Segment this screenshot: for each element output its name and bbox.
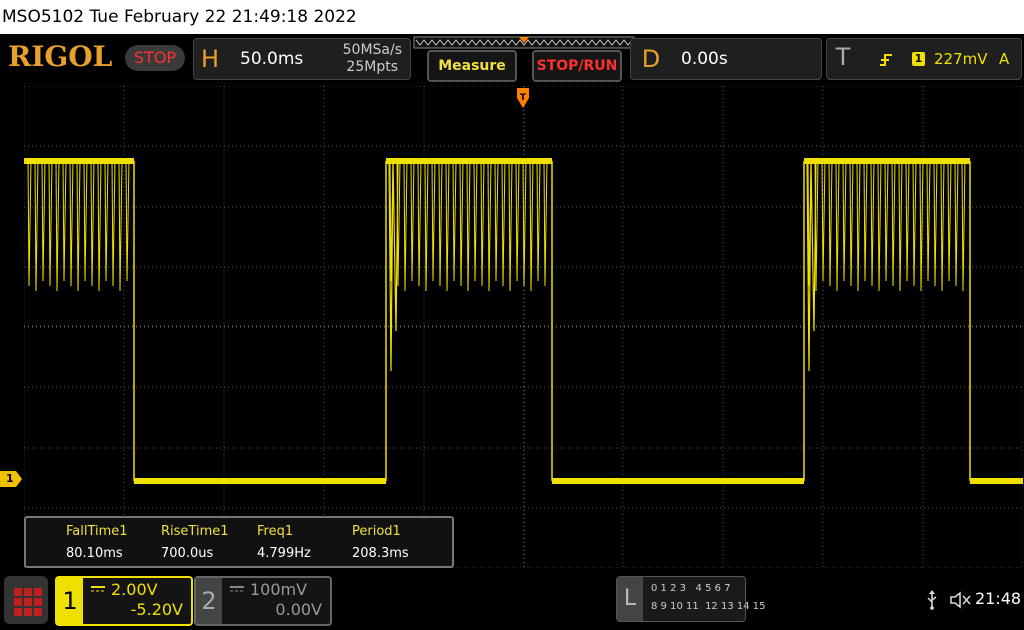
channel2-panel[interactable]: 2 100mV 0.00V (194, 576, 332, 626)
horizontal-panel[interactable]: H 50.0ms 50MSa/s 25Mpts (193, 38, 411, 80)
trigger-source-badge: 1 (912, 52, 925, 66)
usb-icon (927, 590, 937, 610)
waveform-pulse-train (389, 160, 548, 292)
horizontal-letter: H (200, 45, 220, 73)
bottom-bar: 1 2.00V -5.20V 2 100mV 0.00V L 0 1 2 3 4… (0, 572, 1024, 630)
top-bar: RIGOL STOP H 50.0ms 50MSa/s 25Mpts Measu… (0, 34, 1024, 84)
measure-value-freq: 4.799Hz (257, 546, 311, 561)
trigger-mode: A (999, 50, 1010, 68)
timebase-value: 50.0ms (240, 49, 304, 69)
channel2-offset: 0.00V (275, 600, 322, 619)
measure-header-risetime: RiseTime1 (161, 524, 229, 539)
memory-depth: 25Mpts (346, 59, 398, 75)
measure-value-period: 208.3ms (352, 546, 409, 561)
logic-row2: 8 9 10 11 12 13 14 15 (651, 601, 766, 612)
channel1-offset: -5.20V (130, 600, 183, 619)
trigger-time-marker-label: T (520, 93, 527, 103)
measure-value-falltime: 80.10ms (66, 546, 123, 561)
delay-letter: D (641, 45, 661, 73)
run-state-badge[interactable]: STOP (125, 45, 185, 71)
delay-panel[interactable]: D 0.00s (630, 38, 822, 80)
speaker-muted-icon[interactable] (950, 591, 972, 609)
logic-row1: 0 1 2 3 4 5 6 7 (651, 583, 731, 594)
channel1-scale: 2.00V (111, 580, 158, 599)
dc-coupling-icon (91, 586, 105, 592)
title-bar: MSO5102 Tue February 22 21:49:18 2022 (0, 0, 1024, 34)
waveform-pulse-train (27, 160, 130, 292)
channel1-ground-marker[interactable]: 1 (0, 469, 22, 489)
channel2-scale: 100mV (250, 580, 308, 599)
waveform-pulse-train (807, 160, 966, 292)
rising-edge-icon (880, 54, 892, 66)
channel1-waveform (24, 158, 1023, 484)
dc-coupling-icon (230, 586, 244, 592)
trigger-position-strip (413, 36, 635, 49)
measurement-panel[interactable]: FallTime1 RiseTime1 Freq1 Period1 80.10m… (24, 516, 454, 568)
channel2-number: 2 (196, 578, 222, 624)
channel1-ground-marker-label: 1 (6, 472, 14, 485)
title-text: MSO5102 Tue February 22 21:49:18 2022 (2, 7, 357, 27)
sample-rate: 50MSa/s (342, 42, 402, 58)
trigger-letter: T (835, 43, 851, 71)
measure-header-period: Period1 (352, 524, 401, 539)
trigger-panel[interactable]: T 1 227mV A (826, 38, 1022, 80)
measure-header-falltime: FallTime1 (66, 524, 128, 539)
stop-run-button[interactable]: STOP/RUN (532, 50, 622, 82)
logic-letter: L (617, 577, 643, 621)
logic-channel-panel[interactable]: L 0 1 2 3 4 5 6 7 8 9 10 11 12 13 14 15 (616, 576, 766, 622)
home-menu-button[interactable] (4, 576, 48, 624)
channel1-number: 1 (57, 578, 83, 624)
channel1-panel[interactable]: 1 2.00V -5.20V (55, 576, 193, 626)
waveform-display[interactable]: T (24, 86, 1023, 568)
brand-logo: RIGOL (8, 40, 113, 73)
measure-value-risetime: 700.0us (161, 546, 214, 561)
status-clock: 21:48 (975, 589, 1022, 608)
measure-header-freq: Freq1 (257, 524, 294, 539)
measure-button[interactable]: Measure (427, 50, 517, 82)
delay-value: 0.00s (681, 49, 728, 69)
trigger-level: 227mV (934, 50, 988, 68)
